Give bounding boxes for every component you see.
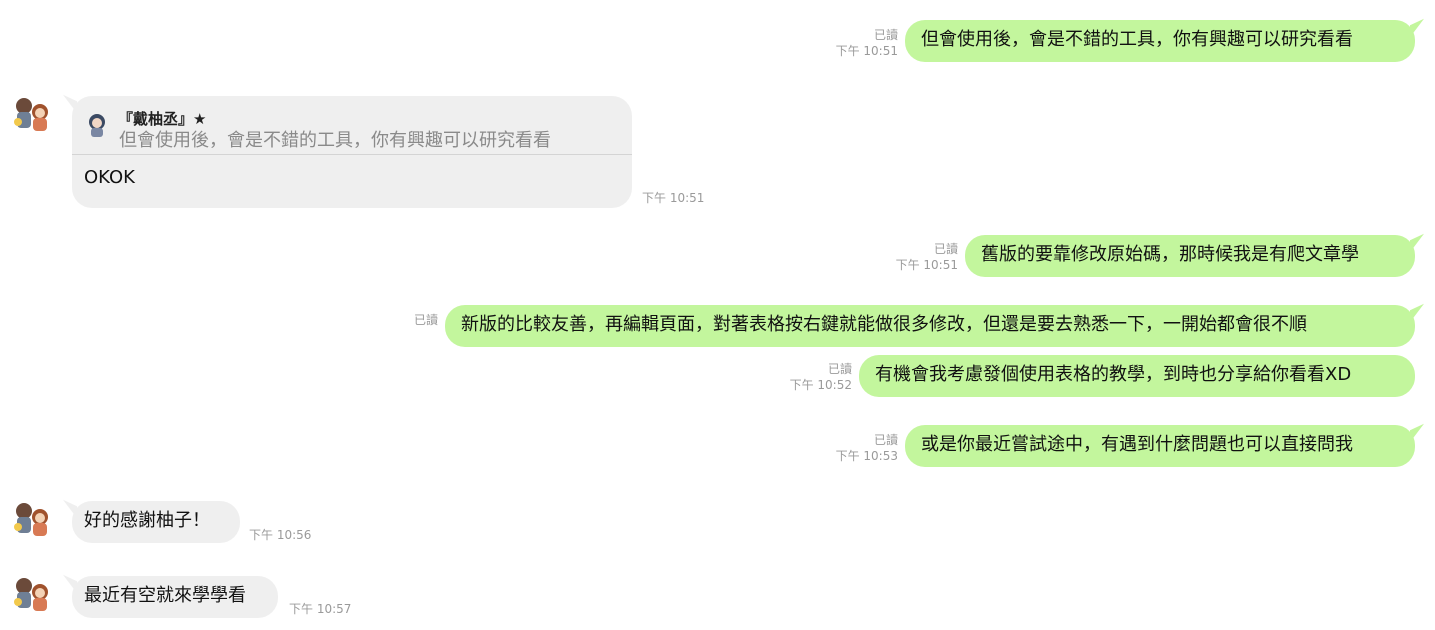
chat-area[interactable]: 已讀 下午 10:51 但會使用後，會是不錯的工具，你有興趣可以研究看看 『戴柚… <box>0 0 1435 630</box>
message-bubble-incoming[interactable]: 最近有空就來學學看 <box>72 576 278 618</box>
message-meta: 已讀 <box>380 312 438 328</box>
message-time: 下午 10:52 <box>789 378 852 392</box>
contact-avatar-icon[interactable] <box>10 497 54 541</box>
message-meta: 已讀 下午 10:52 <box>772 361 852 393</box>
read-receipt: 已讀 <box>873 28 898 42</box>
message-bubble-outgoing[interactable]: 或是你最近嘗試途中，有遇到什麼問題也可以直接問我 <box>905 425 1415 467</box>
message-text: 有機會我考慮發個使用表格的教學，到時也分享給你看看XD <box>875 364 1352 385</box>
message-meta: 已讀 下午 10:53 <box>820 432 898 464</box>
message-meta: 已讀 下午 10:51 <box>880 241 958 273</box>
reply-message-bubble[interactable]: 『戴柚丞』★ 但會使用後，會是不錯的工具，你有興趣可以研究看看 OKOK <box>72 96 632 208</box>
message-bubble-outgoing[interactable]: 有機會我考慮發個使用表格的教學，到時也分享給你看看XD <box>859 355 1415 397</box>
contact-avatar-icon[interactable] <box>10 92 54 136</box>
message-text: 舊版的要靠修改原始碼，那時候我是有爬文章學 <box>981 244 1359 265</box>
message-text: 好的感謝柚子！ <box>84 510 210 531</box>
message-text: 新版的比較友善，再編輯頁面，對著表格按右鍵就能做很多修改，但還是要去熟悉一下，一… <box>461 314 1307 335</box>
contact-avatar-icon[interactable] <box>10 572 54 616</box>
message-bubble-outgoing[interactable]: 新版的比較友善，再編輯頁面，對著表格按右鍵就能做很多修改，但還是要去熟悉一下，一… <box>445 305 1415 347</box>
message-text: 或是你最近嘗試途中，有遇到什麼問題也可以直接問我 <box>921 434 1353 455</box>
message-text: 但會使用後，會是不錯的工具，你有興趣可以研究看看 <box>921 29 1353 50</box>
message-time: 下午 10:51 <box>895 258 958 272</box>
message-bubble-outgoing[interactable]: 但會使用後，會是不錯的工具，你有興趣可以研究看看 <box>905 20 1415 62</box>
reply-quoted-text: 但會使用後，會是不錯的工具，你有興趣可以研究看看 <box>119 130 551 151</box>
message-meta: 已讀 下午 10:51 <box>820 27 898 59</box>
message-time: 下午 10:53 <box>835 449 898 463</box>
message-text: OKOK <box>84 167 135 188</box>
message-bubble-incoming[interactable]: 好的感謝柚子！ <box>72 501 240 543</box>
read-receipt: 已讀 <box>413 313 438 327</box>
message-time: 下午 10:56 <box>249 528 312 542</box>
message-time: 下午 10:51 <box>642 191 705 205</box>
reply-avatar-icon <box>89 114 105 137</box>
message-time: 下午 10:57 <box>289 602 352 616</box>
read-receipt: 已讀 <box>827 362 852 376</box>
read-receipt: 已讀 <box>873 433 898 447</box>
message-text: 最近有空就來學學看 <box>84 585 246 606</box>
message-time: 下午 10:51 <box>835 44 898 58</box>
reply-sender-name: 『戴柚丞』★ <box>118 110 207 128</box>
reply-preview[interactable]: 『戴柚丞』★ 但會使用後，會是不錯的工具，你有興趣可以研究看看 <box>72 96 632 155</box>
message-bubble-outgoing[interactable]: 舊版的要靠修改原始碼，那時候我是有爬文章學 <box>965 235 1415 277</box>
read-receipt: 已讀 <box>933 242 958 256</box>
